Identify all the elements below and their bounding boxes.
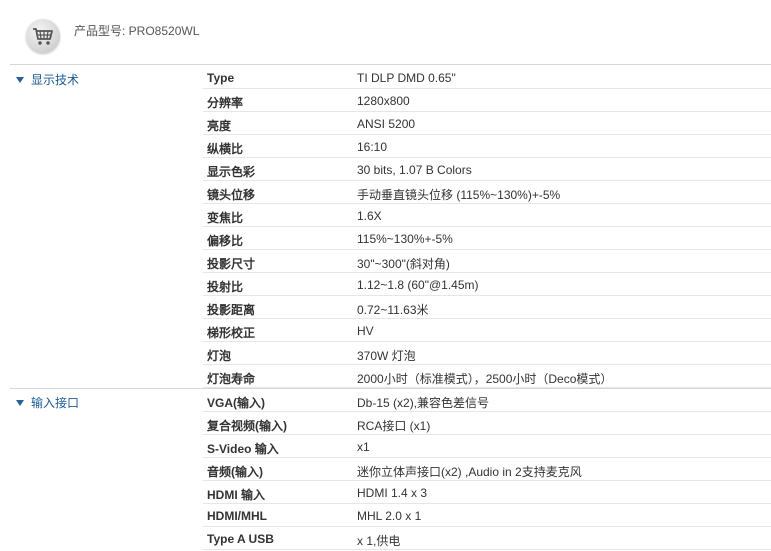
- spec-value: HDMI 1.4 x 3: [357, 486, 428, 500]
- spec-key: 梯形校正: [207, 326, 256, 340]
- spec-value: HV: [357, 324, 374, 338]
- spec-key: HDMI/MHL: [207, 509, 267, 523]
- section-toggle-display-technology[interactable]: 显示技术: [16, 71, 79, 88]
- divider: [10, 64, 771, 65]
- spec-row: 复合视频(输入) RCA接口 (x1): [203, 412, 771, 435]
- spec-key: 分辨率: [207, 96, 244, 110]
- spec-rows: Type TI DLP DMD 0.65" 分辨率 1280x800 亮度 ANSI 52…: [203, 66, 771, 388]
- spec-row: 音频(输入) 迷你立体声接口(x2) ,Audio in 2支持麦克风: [203, 458, 771, 481]
- spec-rows: VGA(输入) Db-15 (x2),兼容色差信号复合视频(输入) RCA接口 (x…: [203, 389, 771, 550]
- spec-row: 投射比 1.12~1.8 (60"@1.45m): [203, 273, 771, 296]
- spec-row: 投影距离 0.72~11.63米: [203, 296, 771, 319]
- spec-row: 镜头位移 手动垂直镜头位移 (115%~130%)+-5%: [203, 181, 771, 204]
- spec-value: 1.12~1.8 (60"@1.45m): [357, 278, 479, 292]
- spec-value: x 1,供电: [357, 534, 401, 548]
- spec-row: 显示色彩 30 bits, 1.07 B Colors: [203, 158, 771, 181]
- section-toggle-input-interfaces[interactable]: 输入接口: [16, 394, 79, 411]
- spec-value: 370W 灯泡: [357, 349, 416, 363]
- spec-key: Type: [207, 71, 235, 85]
- product-model-label: 产品型号: PRO8520WL: [74, 24, 200, 38]
- spec-row: VGA(输入) Db-15 (x2),兼容色差信号: [203, 389, 771, 412]
- spec-key: 变焦比: [207, 211, 244, 225]
- spec-key: 音频(输入): [207, 465, 263, 479]
- spec-key: S-Video 输入: [207, 442, 279, 456]
- spec-key: VGA(输入): [207, 396, 265, 410]
- spec-row: 变焦比 1.6X: [203, 204, 771, 227]
- spec-value: 迷你立体声接口(x2) ,Audio in 2支持麦克风: [357, 465, 582, 479]
- spec-value: 1280x800: [357, 94, 410, 108]
- spec-row: 纵横比 16:10: [203, 135, 771, 158]
- spec-key: 纵横比: [207, 142, 244, 156]
- spec-value: MHL 2.0 x 1: [357, 509, 422, 523]
- section-title: 输入接口: [31, 396, 80, 410]
- spec-value: x1: [357, 440, 370, 454]
- spec-value: 手动垂直镜头位移 (115%~130%)+-5%: [357, 188, 561, 202]
- section-title: 显示技术: [31, 73, 80, 87]
- triangle-down-icon: [16, 399, 24, 406]
- shopping-cart-icon[interactable]: [26, 19, 60, 53]
- spec-key: 镜头位移: [207, 188, 256, 202]
- spec-key: 投影尺寸: [207, 257, 256, 271]
- spec-row: S-Video 输入 x1: [203, 435, 771, 458]
- spec-value: ANSI 5200: [357, 117, 416, 131]
- spec-key: 投影距离: [207, 303, 256, 317]
- spec-value: RCA接口 (x1): [357, 419, 431, 433]
- spec-row: 分辨率 1280x800: [203, 89, 771, 112]
- spec-value: 1.6X: [357, 209, 382, 223]
- spec-key: 复合视频(输入): [207, 419, 287, 433]
- spec-row: 灯泡寿命 2000小时（标准模式），2500小时（Deco模式）: [203, 365, 771, 388]
- spec-value: 2000小时（标准模式），2500小时（Deco模式）: [357, 372, 613, 386]
- spec-value: 115%~130%+-5%: [357, 232, 453, 246]
- spec-row: 梯形校正 HV: [203, 319, 771, 342]
- spec-key: HDMI 输入: [207, 488, 265, 502]
- spec-value: 30"~300"(斜对角): [357, 257, 450, 271]
- spec-key: 显示色彩: [207, 165, 256, 179]
- spec-value: 16:10: [357, 140, 388, 154]
- spec-row: 投影尺寸 30"~300"(斜对角): [203, 250, 771, 273]
- spec-row: 亮度 ANSI 5200: [203, 112, 771, 135]
- spec-row: HDMI 输入 HDMI 1.4 x 3: [203, 481, 771, 504]
- spec-key: 灯泡: [207, 349, 232, 363]
- product-header: 产品型号: PRO8520WL: [0, 0, 771, 64]
- spec-value: TI DLP DMD 0.65": [357, 71, 456, 85]
- spec-row: 偏移比 115%~130%+-5%: [203, 227, 771, 250]
- spec-key: 投射比: [207, 280, 244, 294]
- spec-value: Db-15 (x2),兼容色差信号: [357, 396, 490, 410]
- spec-row: Type A USB x 1,供电: [203, 527, 771, 550]
- triangle-down-icon: [16, 76, 24, 83]
- spec-row: Type TI DLP DMD 0.65": [203, 66, 771, 89]
- spec-value: 0.72~11.63米: [357, 303, 429, 317]
- spec-row: 灯泡 370W 灯泡: [203, 342, 771, 365]
- spec-row: HDMI/MHL MHL 2.0 x 1: [203, 504, 771, 527]
- spec-value: 30 bits, 1.07 B Colors: [357, 163, 472, 177]
- spec-key: 亮度: [207, 119, 232, 133]
- spec-key: 灯泡寿命: [207, 372, 256, 386]
- spec-key: 偏移比: [207, 234, 244, 248]
- spec-key: Type A USB: [207, 532, 274, 546]
